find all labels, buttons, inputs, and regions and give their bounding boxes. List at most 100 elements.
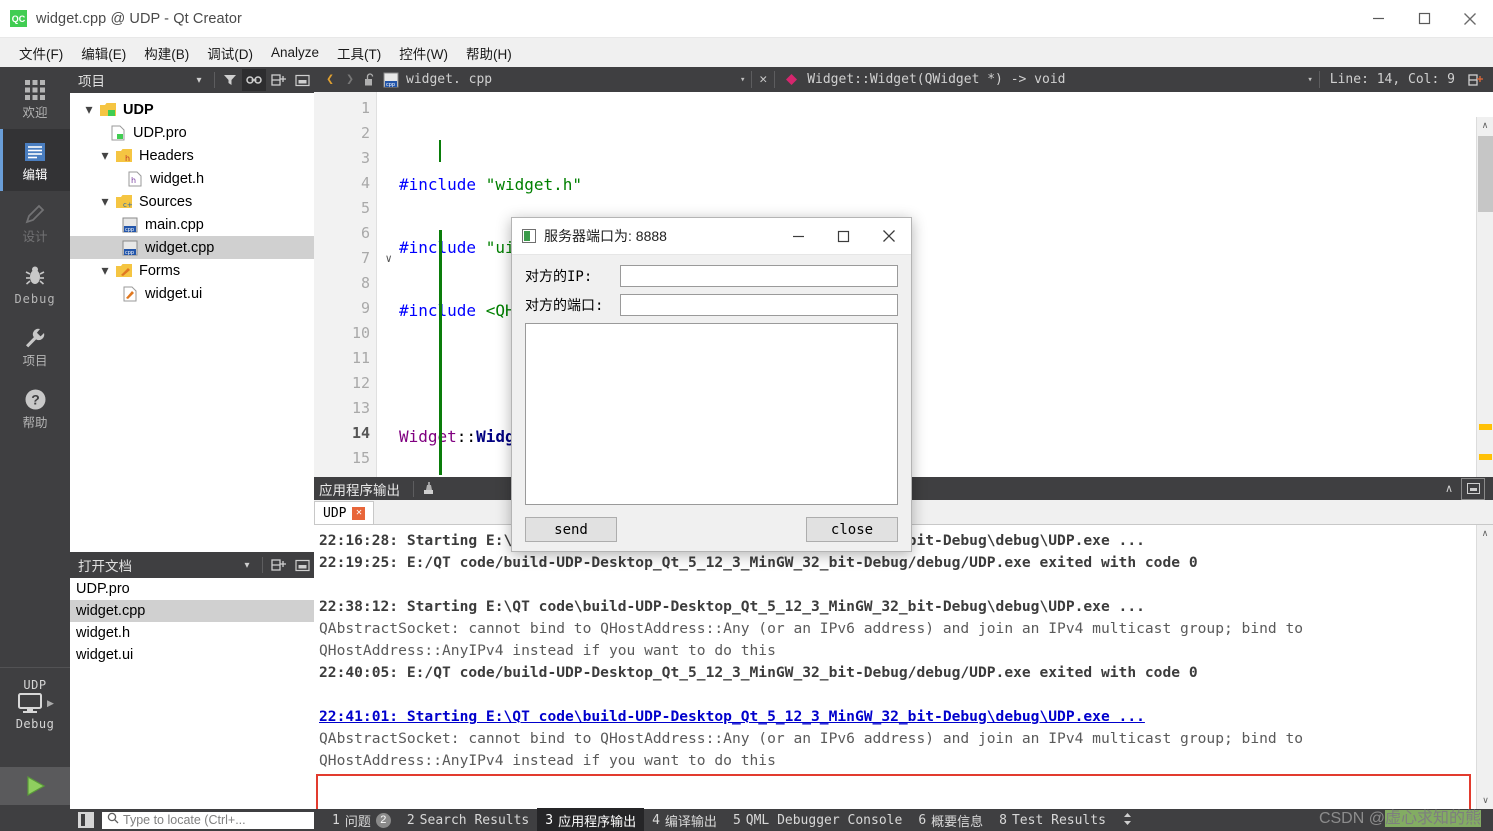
menu-help[interactable]: 帮助(H) — [457, 40, 521, 66]
peer-port-input[interactable] — [620, 294, 898, 316]
mode-help[interactable]: ? 帮助 — [0, 377, 70, 439]
projects-panel-header: 项目 ▾ — [70, 67, 314, 93]
mode-welcome[interactable]: 欢迎 — [0, 67, 70, 129]
list-item[interactable]: widget.ui — [70, 644, 314, 666]
chevron-down-icon[interactable]: ▾ — [96, 147, 114, 164]
editor-scrollbar[interactable]: ∧ ∨ — [1476, 117, 1493, 502]
menu-edit[interactable]: 编辑(E) — [72, 40, 135, 66]
link-icon[interactable] — [242, 69, 266, 91]
method-diamond-icon — [781, 73, 801, 86]
tree-item-udp-pro[interactable]: UDP.pro — [70, 121, 314, 144]
close-button[interactable]: close — [806, 517, 898, 542]
tree-item-headers[interactable]: ▾ h Headers — [70, 144, 314, 167]
dialog-title-bar: 服务器端口为: 8888 — [512, 218, 911, 255]
message-textarea[interactable] — [525, 323, 898, 505]
line-number: 13 — [351, 399, 370, 417]
statusbar-tab-test-results[interactable]: 8 Test Results — [991, 810, 1114, 831]
output-text[interactable]: 22:16:28: Starting E:\QT code\build-UDP-… — [314, 525, 1493, 809]
tree-item-widget-ui[interactable]: widget.ui — [70, 282, 314, 305]
statusbar-tab-qml-console[interactable]: 5 QML Debugger Console — [725, 810, 910, 831]
chevron-down-icon[interactable]: ▾ — [235, 554, 259, 576]
menu-widgets[interactable]: 控件(W) — [390, 40, 457, 66]
dialog-close-button[interactable] — [866, 218, 911, 254]
line-number: 10 — [351, 324, 370, 342]
list-item[interactable]: widget.cpp — [70, 600, 314, 622]
tree-item-main-cpp[interactable]: cpp main.cpp — [70, 213, 314, 236]
statusbar-tab-general-messages[interactable]: 6 概要信息 — [910, 808, 991, 831]
svg-text:?: ? — [31, 392, 40, 408]
tree-item-widget-cpp[interactable]: cpp widget.cpp — [70, 236, 314, 259]
peer-ip-input[interactable] — [620, 265, 898, 287]
mode-debug[interactable]: Debug — [0, 253, 70, 315]
collapse-output-icon[interactable]: ∧ — [1437, 478, 1461, 500]
minimize-panel-icon[interactable] — [290, 554, 314, 576]
filter-icon[interactable] — [218, 69, 242, 91]
tree-item-sources[interactable]: ▾ c+ Sources — [70, 190, 314, 213]
dialog-minimize-button[interactable] — [776, 218, 821, 254]
output-line: QAbstractSocket: cannot bind to QHostAdd… — [319, 620, 1304, 637]
statusbar-tab-issues[interactable]: 1 问题 2 — [324, 808, 399, 831]
back-arrow-icon[interactable]: ❮ — [320, 72, 340, 87]
close-document-icon[interactable]: ✕ — [752, 72, 774, 87]
locator-input[interactable]: Type to locate (Ctrl+... — [102, 811, 314, 829]
output-tab-udp[interactable]: UDP ✕ — [314, 501, 375, 524]
split-icon[interactable] — [266, 69, 290, 91]
clear-output-icon[interactable] — [417, 478, 441, 500]
scroll-up-icon[interactable]: ∧ — [1477, 525, 1493, 542]
statusbar-tab-compile-output[interactable]: 4 编译输出 — [644, 808, 725, 831]
mode-design[interactable]: 设计 — [0, 191, 70, 253]
file-dropdown-icon[interactable]: ▾ — [734, 75, 751, 85]
mode-projects[interactable]: 项目 — [0, 315, 70, 377]
chevron-down-icon[interactable]: ▾ — [187, 69, 211, 91]
tree-item-widget-h[interactable]: h widget.h — [70, 167, 314, 190]
split-editor-icon[interactable] — [1465, 73, 1485, 87]
statusbar-tab-search-results[interactable]: 2 Search Results — [399, 810, 537, 831]
tree-item-forms[interactable]: ▾ Forms — [70, 259, 314, 282]
output-scrollbar[interactable]: ∧ ∨ — [1476, 525, 1493, 809]
scroll-up-icon[interactable]: ∧ — [1477, 117, 1493, 134]
editor-symbol[interactable]: Widget::Widget(QWidget *) -> void — [807, 72, 1065, 87]
minimize-output-icon[interactable] — [1461, 477, 1485, 500]
symbol-dropdown-icon[interactable]: ▾ — [1301, 75, 1318, 85]
unlocked-icon[interactable] — [360, 72, 380, 87]
projects-panel-title: 项目 — [78, 74, 105, 89]
menu-tools[interactable]: 工具(T) — [328, 40, 390, 66]
mode-edit[interactable]: 编辑 — [0, 129, 70, 191]
tab-number: 1 — [332, 812, 340, 828]
projects-panel: 项目 ▾ ▾ UDP UDP.pro ▾ h Headers h widget.… — [70, 67, 314, 552]
svg-text:h: h — [131, 176, 136, 185]
dialog-maximize-button[interactable] — [821, 218, 866, 254]
minimize-button[interactable] — [1355, 0, 1401, 37]
maximize-button[interactable] — [1401, 0, 1447, 37]
tab-number: 8 — [999, 812, 1007, 828]
statusbar-tab-app-output[interactable]: 3 应用程序输出 — [537, 807, 645, 831]
locator-placeholder: Type to locate (Ctrl+... — [123, 813, 246, 827]
list-item[interactable]: UDP.pro — [70, 578, 314, 600]
close-icon[interactable]: ✕ — [352, 506, 366, 520]
toggle-sidebar-icon[interactable] — [78, 812, 94, 828]
scrollbar-thumb[interactable] — [1478, 136, 1493, 212]
menu-analyze[interactable]: Analyze — [262, 42, 328, 63]
forward-arrow-icon[interactable]: ❯ — [340, 72, 360, 87]
split-icon[interactable] — [266, 554, 290, 576]
menu-debug[interactable]: 调试(D) — [198, 40, 262, 66]
chevron-down-icon[interactable]: ▾ — [96, 262, 114, 279]
window-title: widget.cpp @ UDP - Qt Creator — [36, 10, 242, 27]
menu-build[interactable]: 构建(B) — [135, 40, 198, 66]
close-button[interactable] — [1447, 0, 1493, 37]
svg-text:h: h — [125, 154, 130, 163]
status-bar: Type to locate (Ctrl+... 1 问题 2 2 Search… — [0, 807, 1493, 831]
send-button[interactable]: send — [525, 517, 617, 542]
kit-selector[interactable]: UDP ▶ Debug — [0, 667, 70, 740]
minimize-panel-icon[interactable] — [290, 69, 314, 91]
chevron-down-icon[interactable]: ▾ — [96, 193, 114, 210]
updown-arrows-icon[interactable] — [1122, 812, 1133, 829]
menu-file[interactable]: 文件(F) — [10, 40, 72, 66]
chevron-down-icon[interactable]: ▾ — [80, 101, 98, 118]
tree-item-udp[interactable]: ▾ UDP — [70, 98, 314, 121]
run-button[interactable] — [0, 767, 70, 805]
output-line-link[interactable]: 22:41:01: Starting E:\QT code\build-UDP-… — [319, 706, 1493, 728]
list-item[interactable]: widget.h — [70, 622, 314, 644]
tab-label: QML Debugger Console — [745, 812, 903, 828]
